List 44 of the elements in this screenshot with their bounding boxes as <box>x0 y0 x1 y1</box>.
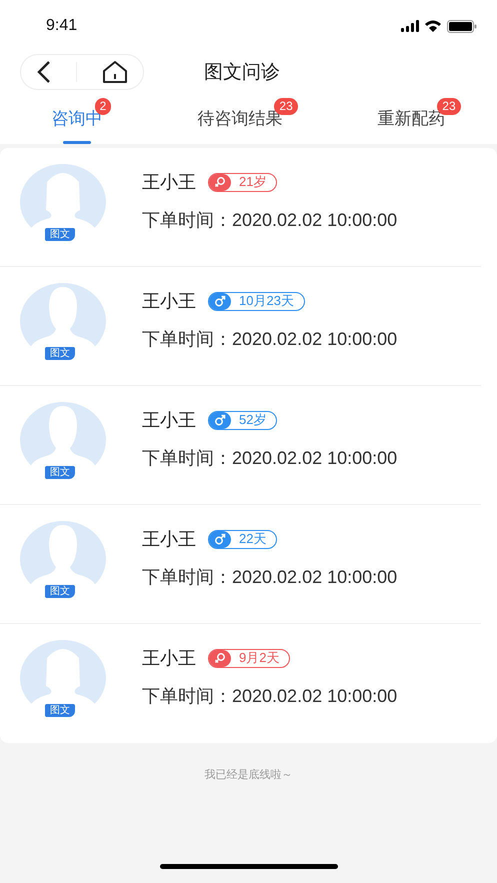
order-time: 下单时间：2020.02.02 10:00:00 <box>142 209 398 232</box>
type-tag: 图文 <box>45 585 75 598</box>
type-tag: 图文 <box>45 704 75 717</box>
count-badge: 2 <box>94 98 112 115</box>
patient-name: 王小王 <box>142 171 196 194</box>
avatar-icon <box>20 402 106 478</box>
order-time: 下单时间：2020.02.02 10:00:00 <box>142 566 398 589</box>
patient-row[interactable]: 图文 王小王 52岁 下单时间：2020.02.02 10:00:00 <box>0 386 481 505</box>
patient-row[interactable]: 图文 王小王 22天 下单时间：2020.02.02 10:00:00 <box>0 505 481 624</box>
male-icon <box>214 414 226 426</box>
page-title: 图文问诊 <box>204 61 280 85</box>
end-of-list-note: 我已经是底线啦～ <box>204 768 292 782</box>
status-time: 9:41 <box>46 17 78 35</box>
back-icon <box>36 60 50 84</box>
patient-name: 王小王 <box>142 528 196 551</box>
age-tag: 22天 <box>208 530 278 548</box>
signal-icon <box>401 20 419 32</box>
type-tag: 图文 <box>45 228 75 241</box>
age-tag: 21岁 <box>208 172 278 192</box>
male-icon <box>214 295 226 307</box>
wifi-icon <box>425 20 441 32</box>
order-time: 下单时间：2020.02.02 10:00:00 <box>142 447 398 470</box>
age-tag: 10月23天 <box>208 292 305 310</box>
patient-name: 王小王 <box>142 409 196 432</box>
patient-row[interactable]: 图文 王小王 21岁 下单时间：2020.02.02 10:00:00 <box>0 148 481 267</box>
female-icon <box>214 652 226 664</box>
avatar-icon <box>20 283 106 359</box>
type-tag: 图文 <box>45 466 75 479</box>
home-icon <box>102 60 128 84</box>
patient-name: 王小王 <box>142 647 196 670</box>
patient-row[interactable]: 图文 王小王 9月2天 下单时间：2020.02.02 10:00:00 <box>0 624 481 743</box>
order-time: 下单时间：2020.02.02 10:00:00 <box>142 328 398 351</box>
avatar-icon <box>20 640 106 716</box>
avatar-icon <box>20 521 106 597</box>
age-tag: 52岁 <box>208 410 278 430</box>
patient-row[interactable]: 图文 王小王 10月23天 下单时间：2020.02.02 10:00:00 <box>0 267 481 386</box>
avatar-icon <box>20 164 106 240</box>
age-tag: 9月2天 <box>208 648 290 668</box>
male-icon <box>214 533 226 545</box>
female-icon <box>214 176 226 188</box>
order-time: 下单时间：2020.02.02 10:00:00 <box>142 685 398 708</box>
patient-name: 王小王 <box>142 290 196 313</box>
battery-icon <box>447 20 477 32</box>
type-tag: 图文 <box>45 347 75 360</box>
